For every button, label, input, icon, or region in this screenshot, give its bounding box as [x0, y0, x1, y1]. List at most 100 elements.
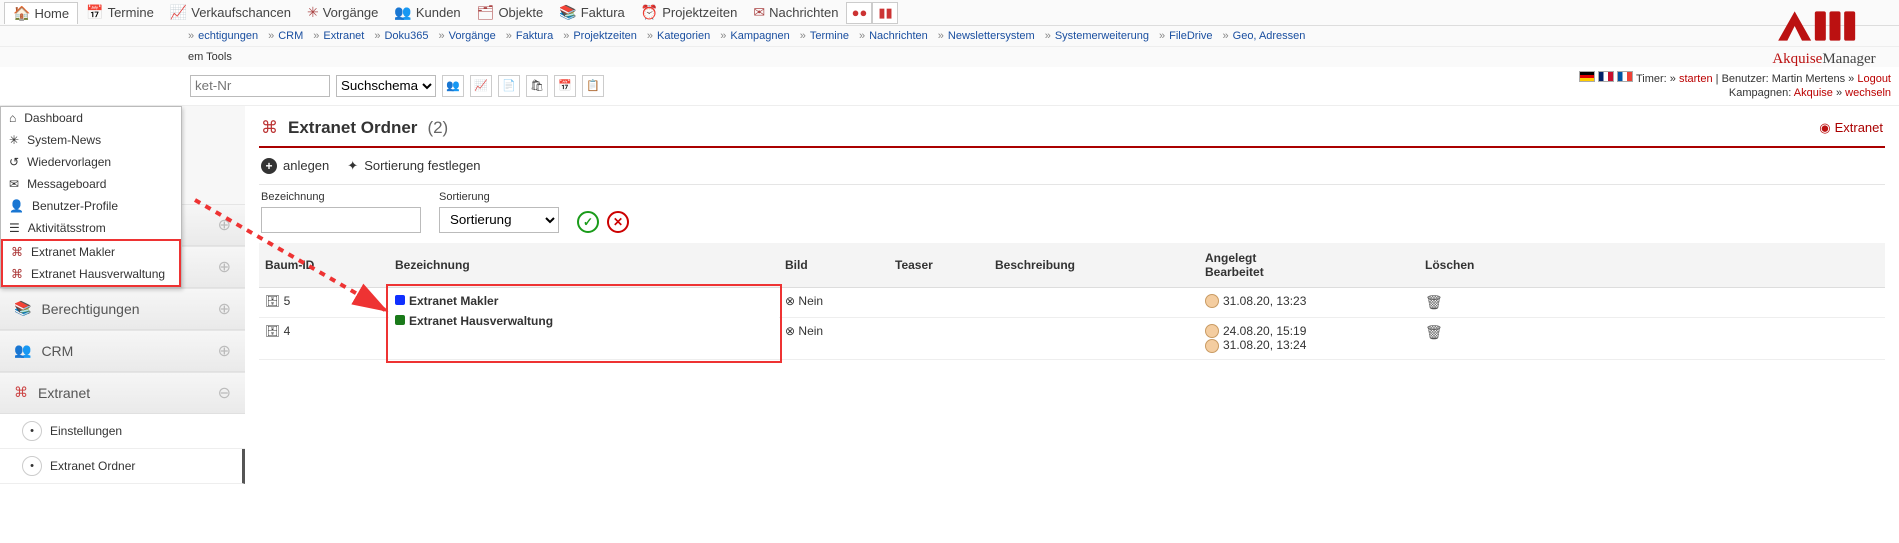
util-btn-chart[interactable]: 📈: [470, 75, 492, 97]
page-header: ⌘ Extranet Ordner (2) ◉ Extranet: [259, 112, 1885, 148]
bag-icon: 🛍: [530, 79, 544, 92]
secnav-link[interactable]: Extranet: [323, 30, 364, 42]
user-icon: 👤: [9, 199, 24, 213]
secnav-link[interactable]: CRM: [278, 30, 303, 42]
dropdown-aktivitaetsstrom[interactable]: ☰Aktivitätsstrom: [1, 217, 181, 239]
secnav-link[interactable]: Geo, Adressen: [1233, 30, 1306, 42]
dropdown-system-news[interactable]: ✳System-News: [1, 129, 181, 151]
top-objekte[interactable]: 🗂Objekte: [469, 2, 552, 23]
flag-de-icon[interactable]: [1579, 71, 1595, 82]
delete-button[interactable]: 🗑: [1425, 324, 1443, 340]
top-termine[interactable]: 📅Termine: [78, 2, 162, 23]
top-iconbtn-2[interactable]: ▮▮: [872, 2, 898, 24]
people-icon: 👥: [446, 79, 460, 92]
secnav-link[interactable]: Nachrichten: [869, 30, 928, 42]
dropdown-highlight-box: ⌘Extranet Makler ⌘Extranet Hausverwaltun…: [1, 239, 181, 287]
top-projektzeiten[interactable]: ⏰Projektzeiten: [633, 2, 746, 23]
avatar-icon: [1205, 339, 1219, 353]
sort-button[interactable]: ✦Sortierung festlegen: [347, 158, 480, 174]
filter-sortierung-label: Sortierung: [439, 191, 559, 203]
dropdown-extranet-hausverwaltung[interactable]: ⌘Extranet Hausverwaltung: [3, 263, 179, 285]
chart-icon: 📈: [474, 79, 488, 92]
top-verkaufschancen[interactable]: 📈Verkaufschancen: [162, 2, 299, 23]
col-beschreibung[interactable]: Beschreibung: [989, 243, 1199, 288]
refresh-icon: ↺: [9, 155, 19, 169]
secnav-link[interactable]: Projektzeiten: [573, 30, 637, 42]
doc-icon: 📄: [502, 79, 516, 92]
dropdown-dashboard[interactable]: ⌂Dashboard: [1, 107, 181, 129]
book-icon: 📚: [14, 300, 31, 317]
delete-button[interactable]: 🗑: [1425, 294, 1443, 310]
top-nachrichten[interactable]: ✉Nachrichten: [745, 2, 846, 23]
db-icon: 🗄: [265, 324, 280, 338]
x-icon: ⊗: [785, 294, 795, 308]
col-bezeichnung[interactable]: Bezeichnung: [389, 243, 779, 288]
timer-start-link[interactable]: starten: [1679, 73, 1713, 85]
logout-link[interactable]: Logout: [1857, 73, 1891, 85]
red-dot-icon: ◉: [1819, 120, 1830, 136]
col-baum[interactable]: Baum-ID: [259, 243, 389, 288]
campaign-switch-link[interactable]: wechseln: [1845, 87, 1891, 99]
top-vorgaenge[interactable]: ✳Vorgänge: [299, 2, 386, 23]
flag-en-icon[interactable]: [1598, 71, 1614, 82]
sidebar-group-crm[interactable]: 👥CRM ⊕: [0, 330, 245, 372]
table-row[interactable]: 🗄 5 Extranet Makler Extranet Hausverwalt…: [259, 287, 1885, 317]
search-scheme-select[interactable]: Suchschema: [336, 75, 436, 97]
dropdown-benutzer-profile[interactable]: 👤Benutzer-Profile: [1, 195, 181, 217]
secnav-link[interactable]: Termine: [810, 30, 849, 42]
col-bild[interactable]: Bild: [779, 243, 889, 288]
top-faktura[interactable]: 📚Faktura: [551, 2, 633, 23]
ticket-search-input[interactable]: [190, 75, 330, 97]
secnav-link[interactable]: Kategorien: [657, 30, 710, 42]
brand-logo: AkquiseManager: [1769, 4, 1879, 68]
sidebar-group-berechtigungen[interactable]: 📚Berechtigungen ⊕: [0, 288, 245, 330]
star-icon: ✳: [9, 133, 19, 147]
secnav-link[interactable]: Faktura: [516, 30, 553, 42]
expand-icon: ⊕: [218, 257, 231, 277]
filter-sortierung-select[interactable]: Sortierung: [439, 207, 559, 233]
top-iconbtn-1[interactable]: ●●: [846, 2, 872, 24]
secnav-link[interactable]: echtigungen: [198, 30, 258, 42]
filter-apply-button[interactable]: ✓: [577, 211, 599, 233]
org-icon: ⌘: [11, 267, 23, 281]
util-btn-bag[interactable]: 🛍: [526, 75, 548, 97]
util-btn-note[interactable]: 📋: [582, 75, 604, 97]
top-home[interactable]: 🏠Home: [4, 2, 78, 24]
sidebar-item-einstellungen[interactable]: • Einstellungen: [0, 414, 245, 449]
dropdown-messageboard[interactable]: ✉Messageboard: [1, 173, 181, 195]
top-kunden[interactable]: 👥Kunden: [386, 2, 468, 23]
secnav-link[interactable]: Vorgänge: [449, 30, 496, 42]
filter-bezeichnung-input[interactable]: [261, 207, 421, 233]
col-loeschen[interactable]: Löschen: [1419, 243, 1885, 288]
note-icon: 📋: [586, 79, 600, 92]
plus-icon: +: [261, 158, 277, 174]
new-button[interactable]: +anlegen: [261, 158, 329, 174]
util-btn-users[interactable]: 👥: [442, 75, 464, 97]
people-icon: 👥: [14, 342, 31, 359]
sidebar: ⌂Dashboard ✳System-News ↺Wiedervorlagen …: [0, 106, 245, 484]
flag-fr-icon[interactable]: [1617, 71, 1633, 82]
filter-clear-button[interactable]: ✕: [607, 211, 629, 233]
dropdown-wiedervorlagen[interactable]: ↺Wiedervorlagen: [1, 151, 181, 173]
page-tag[interactable]: ◉ Extranet: [1819, 120, 1883, 136]
red-dot-icon: ●●: [852, 5, 868, 20]
secnav-link[interactable]: Doku365: [384, 30, 428, 42]
chart-icon: 📈: [170, 4, 187, 21]
dropdown-extranet-makler[interactable]: ⌘Extranet Makler: [3, 241, 179, 263]
list-icon: ☰: [9, 221, 20, 235]
secnav-link[interactable]: Newslettersystem: [948, 30, 1035, 42]
expand-icon: ⊕: [218, 341, 231, 361]
home-dropdown: ⌂Dashboard ✳System-News ↺Wiedervorlagen …: [0, 106, 182, 288]
secnav-link[interactable]: Systemerweiterung: [1055, 30, 1149, 42]
sidebar-item-extranet-ordner[interactable]: • Extranet Ordner: [0, 449, 245, 484]
col-angelegt[interactable]: Angelegt Bearbeitet: [1199, 243, 1419, 288]
util-btn-calendar[interactable]: 📅: [554, 75, 576, 97]
col-teaser[interactable]: Teaser: [889, 243, 989, 288]
secnav-link[interactable]: FileDrive: [1169, 30, 1212, 42]
util-btn-doc[interactable]: 📄: [498, 75, 520, 97]
secondary-nav: echtigungen CRM Extranet Doku365 Vorgäng…: [0, 26, 1899, 47]
mail-icon: ✉: [753, 4, 765, 21]
sidebar-group-extranet[interactable]: ⌘Extranet ⊖: [0, 372, 245, 414]
campaign-name[interactable]: Akquise: [1794, 87, 1833, 99]
secnav-link[interactable]: Kampagnen: [730, 30, 789, 42]
